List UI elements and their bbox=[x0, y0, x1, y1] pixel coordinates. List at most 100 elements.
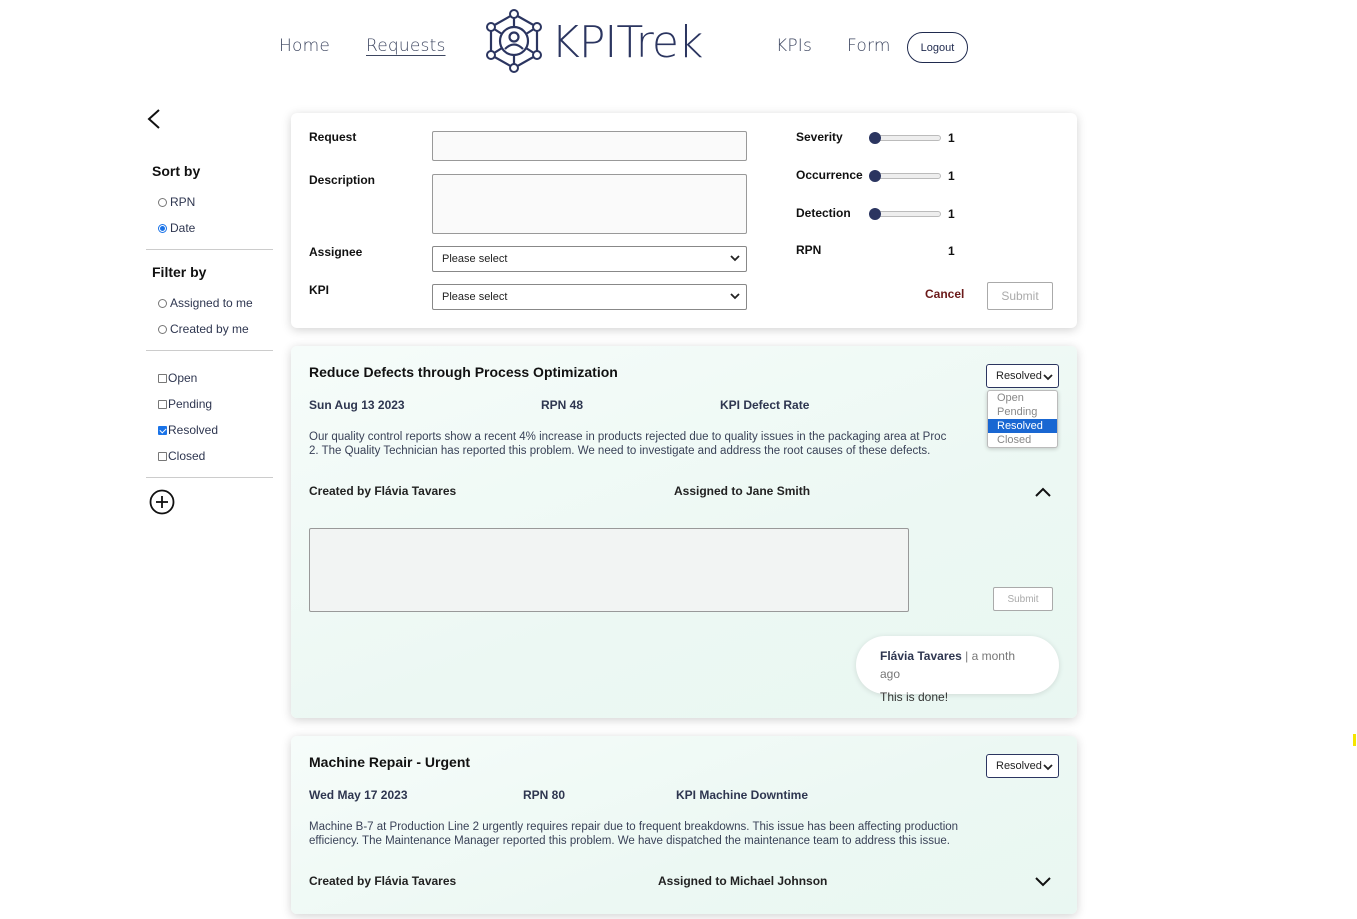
description-line: efficiency. The Maintenance Manager repo… bbox=[309, 835, 950, 847]
created-by: Created by Flávia Tavares bbox=[309, 484, 457, 498]
filter-option-label: Assigned to me bbox=[170, 296, 253, 310]
request-date: Sun Aug 13 2023 bbox=[309, 398, 405, 412]
radio-icon[interactable] bbox=[158, 197, 167, 207]
status-filter-resolved[interactable]: Resolved bbox=[146, 417, 273, 443]
status-filter-label: Open bbox=[168, 371, 198, 385]
request-title: Reduce Defects through Process Optimizat… bbox=[309, 364, 618, 380]
request-description: Our quality control reports show a recen… bbox=[309, 430, 999, 458]
status-filter-closed[interactable]: Closed bbox=[146, 443, 273, 469]
severity-value: 1 bbox=[948, 131, 955, 145]
description-label: Description bbox=[309, 173, 376, 187]
checkbox-checked-icon[interactable] bbox=[158, 425, 167, 435]
status-option-pending[interactable]: Pending bbox=[988, 405, 1057, 419]
comment-text: This is done! bbox=[880, 690, 949, 704]
top-nav: Home Requests KPITrek KPIs Form Logout bbox=[0, 0, 1357, 95]
scroll-marker bbox=[1353, 734, 1356, 746]
detection-value: 1 bbox=[948, 207, 955, 221]
sort-option-rpn[interactable]: RPN bbox=[146, 189, 273, 215]
description-line: 2. The Quality Technician has reported t… bbox=[309, 445, 931, 457]
status-option-open[interactable]: Open bbox=[988, 391, 1057, 405]
checkbox-icon[interactable] bbox=[158, 451, 167, 461]
radio-checked-icon[interactable] bbox=[158, 223, 167, 233]
sort-by-title: Sort by bbox=[152, 163, 201, 179]
sort-option-label: Date bbox=[170, 221, 196, 235]
assigned-to: Assigned to Jane Smith bbox=[674, 484, 811, 498]
occurrence-slider[interactable] bbox=[869, 170, 941, 182]
sort-option-date[interactable]: Date bbox=[146, 215, 273, 241]
status-filter-label: Closed bbox=[168, 449, 206, 463]
kpi-select-value: Please select bbox=[442, 291, 508, 303]
divider bbox=[146, 350, 273, 351]
slider-thumb[interactable] bbox=[869, 132, 881, 144]
status-select[interactable]: Resolved bbox=[986, 754, 1059, 778]
assignee-label: Assignee bbox=[309, 245, 363, 259]
kpi-label: KPI bbox=[309, 283, 330, 297]
severity-slider[interactable] bbox=[869, 132, 941, 144]
chevron-down-icon bbox=[1043, 374, 1053, 381]
divider bbox=[146, 477, 273, 478]
description-textarea[interactable] bbox=[432, 174, 747, 234]
rpn-value: 1 bbox=[948, 244, 955, 258]
chevron-down-icon bbox=[730, 255, 740, 262]
cancel-button[interactable]: Cancel bbox=[925, 287, 964, 301]
assignee-select[interactable]: Please select bbox=[432, 246, 747, 272]
request-label: Request bbox=[309, 130, 357, 144]
status-select-value: Resolved bbox=[996, 370, 1042, 382]
logout-button[interactable]: Logout bbox=[907, 32, 968, 63]
comment-bubble: Flávia Tavares | a month ago This is don… bbox=[856, 636, 1059, 704]
chevron-up-icon[interactable] bbox=[1035, 487, 1051, 497]
slider-thumb[interactable] bbox=[869, 208, 881, 220]
occurrence-value: 1 bbox=[948, 169, 955, 183]
status-filter-open[interactable]: Open bbox=[146, 365, 273, 391]
new-request-form: Request Description Assignee Please sele… bbox=[291, 113, 1077, 328]
request-title: Machine Repair - Urgent bbox=[309, 754, 471, 770]
checkbox-icon[interactable] bbox=[158, 399, 167, 409]
status-filter-pending[interactable]: Pending bbox=[146, 391, 273, 417]
network-person-icon bbox=[486, 9, 542, 73]
detection-slider[interactable] bbox=[869, 208, 941, 220]
request-input[interactable] bbox=[432, 131, 747, 161]
created-by: Created by Flávia Tavares bbox=[309, 874, 457, 888]
severity-label: Severity bbox=[796, 130, 843, 144]
comment-textarea[interactable] bbox=[309, 528, 909, 612]
nav-kpis-link[interactable]: KPIs bbox=[776, 36, 812, 56]
kpi-select[interactable]: Please select bbox=[432, 284, 747, 310]
request-description: Machine B-7 at Production Line 2 urgentl… bbox=[309, 820, 999, 848]
filter-option-assigned[interactable]: Assigned to me bbox=[146, 290, 273, 316]
detection-label: Detection bbox=[796, 206, 851, 220]
add-request-plus-icon[interactable] bbox=[149, 489, 175, 515]
submit-button[interactable]: Submit bbox=[987, 282, 1053, 310]
logo[interactable]: KPITrek bbox=[483, 8, 703, 76]
request-kpi: KPI Machine Downtime bbox=[676, 788, 809, 802]
chevron-down-icon[interactable] bbox=[1035, 877, 1051, 887]
request-rpn: RPN 48 bbox=[541, 398, 584, 412]
status-filter-label: Resolved bbox=[168, 423, 219, 437]
sidebar: Sort by RPN Date Filter by Assigned to m… bbox=[146, 160, 273, 492]
comment-author: Flávia Tavares bbox=[880, 649, 962, 663]
slider-thumb[interactable] bbox=[869, 170, 881, 182]
assignee-select-value: Please select bbox=[442, 253, 508, 265]
filter-by-title: Filter by bbox=[152, 264, 207, 280]
filter-option-created[interactable]: Created by me bbox=[146, 316, 273, 342]
radio-icon[interactable] bbox=[158, 298, 167, 308]
request-rpn: RPN 80 bbox=[523, 788, 566, 802]
request-kpi: KPI Defect Rate bbox=[720, 398, 810, 412]
description-line: Our quality control reports show a recen… bbox=[309, 431, 947, 443]
rpn-label: RPN bbox=[796, 243, 822, 257]
nav-home-link[interactable]: Home bbox=[279, 36, 330, 56]
chevron-down-icon bbox=[730, 293, 740, 300]
checkbox-icon[interactable] bbox=[158, 373, 167, 383]
logo-text: KPITrek bbox=[551, 16, 703, 68]
request-card: Machine Repair - Urgent Resolved Wed May… bbox=[291, 736, 1077, 914]
back-arrow-icon[interactable] bbox=[146, 108, 162, 130]
occurrence-label: Occurrence bbox=[796, 168, 863, 182]
nav-requests-link[interactable]: Requests bbox=[366, 36, 446, 56]
divider bbox=[146, 249, 273, 250]
radio-icon[interactable] bbox=[158, 324, 167, 334]
request-card: Reduce Defects through Process Optimizat… bbox=[291, 346, 1077, 718]
nav-form-link[interactable]: Form bbox=[847, 36, 891, 56]
status-select[interactable]: Resolved bbox=[986, 364, 1059, 388]
chevron-down-icon bbox=[1043, 764, 1053, 771]
comment-submit-button[interactable]: Submit bbox=[993, 587, 1053, 611]
status-select-value: Resolved bbox=[996, 760, 1042, 772]
